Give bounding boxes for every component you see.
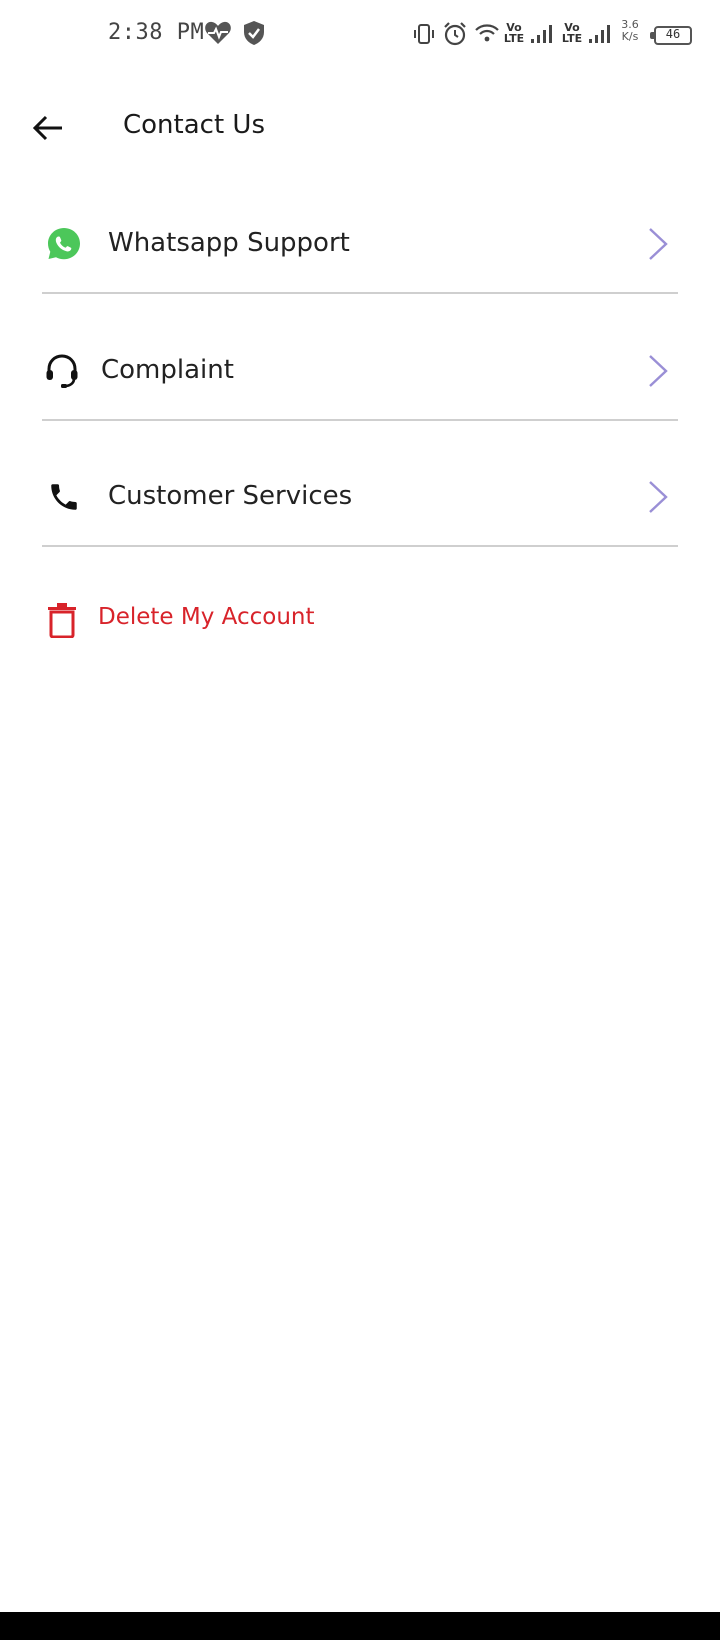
vibrate-icon bbox=[412, 22, 436, 50]
chevron-right-icon bbox=[649, 481, 668, 513]
divider bbox=[42, 419, 678, 421]
customer-services-label: Customer Services bbox=[108, 481, 353, 511]
delete-account-label: Delete My Account bbox=[98, 604, 315, 630]
phone-icon bbox=[44, 477, 84, 517]
sim2-network-label: Vo LTE bbox=[560, 22, 584, 44]
contact-us-screen: 2:38 PM Vo LTE Vo LTE 3.6 K/s 46 Contact… bbox=[0, 0, 720, 1640]
complaint-item[interactable]: Complaint bbox=[42, 321, 678, 421]
network-speed: 3.6 K/s bbox=[616, 19, 644, 43]
chevron-right-icon bbox=[649, 228, 668, 260]
alarm-icon bbox=[442, 21, 468, 51]
divider bbox=[42, 292, 678, 294]
whatsapp-support-item[interactable]: Whatsapp Support bbox=[42, 194, 678, 294]
status-time: 2:38 PM bbox=[108, 20, 205, 45]
signal-icon bbox=[530, 24, 556, 48]
sim2-lte-text: LTE bbox=[561, 32, 583, 45]
app-header: Contact Us bbox=[0, 96, 720, 160]
speed-unit: K/s bbox=[621, 30, 639, 43]
chevron-right-icon bbox=[649, 355, 668, 387]
trash-icon bbox=[48, 603, 76, 638]
arrow-left-icon bbox=[32, 115, 62, 141]
system-navigation-bar bbox=[0, 1612, 720, 1640]
sim1-network-label: Vo LTE bbox=[502, 22, 526, 44]
back-button[interactable] bbox=[28, 108, 68, 148]
page-title: Contact Us bbox=[123, 110, 265, 140]
delete-account-button[interactable]: Delete My Account bbox=[42, 590, 442, 650]
headset-icon bbox=[42, 351, 82, 391]
customer-services-item[interactable]: Customer Services bbox=[42, 447, 678, 547]
complaint-label: Complaint bbox=[101, 355, 234, 385]
shield-check-icon bbox=[243, 20, 265, 50]
whatsapp-support-label: Whatsapp Support bbox=[108, 228, 350, 258]
heart-pulse-icon bbox=[204, 20, 232, 50]
status-bar: 2:38 PM Vo LTE Vo LTE 3.6 K/s 46 bbox=[0, 0, 720, 64]
signal-icon bbox=[588, 24, 614, 48]
battery-level-text: 46 bbox=[665, 27, 681, 41]
wifi-icon bbox=[474, 22, 500, 48]
battery-icon: 46 bbox=[650, 26, 692, 45]
divider bbox=[42, 545, 678, 547]
whatsapp-icon bbox=[44, 224, 84, 264]
sim1-lte-text: LTE bbox=[503, 32, 525, 45]
